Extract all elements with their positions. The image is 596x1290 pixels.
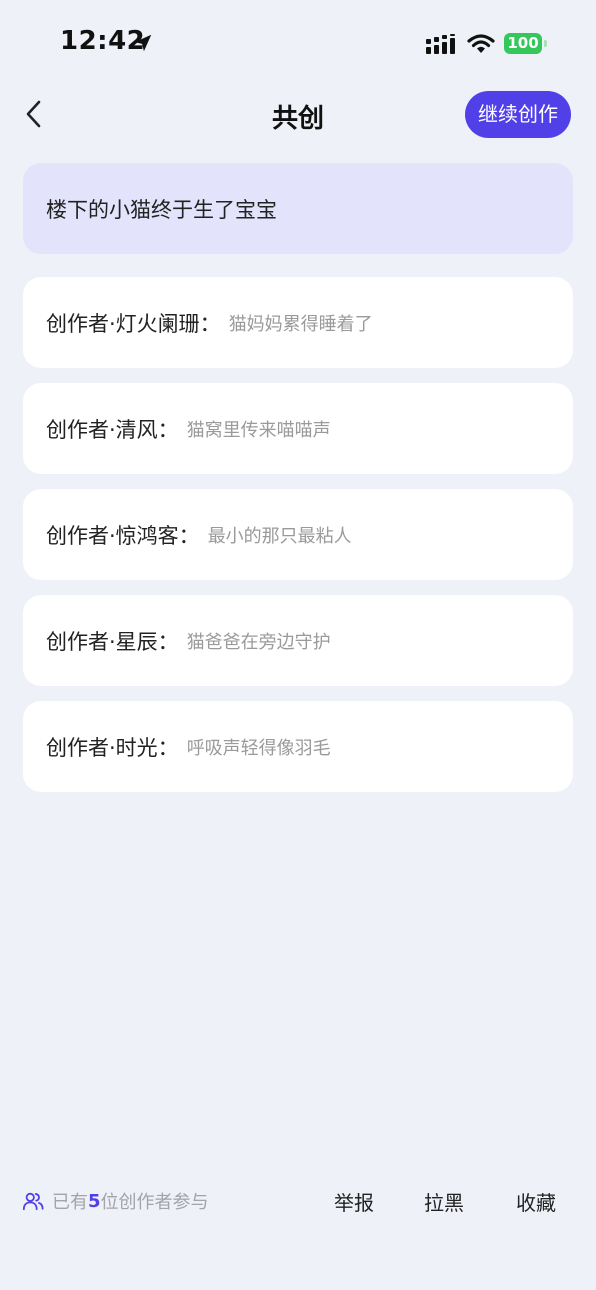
entry-text: 猫窝里传来喵喵声	[186, 419, 331, 441]
list-item[interactable]: 创作者·惊鸿客： 最小的那只最粘人	[23, 489, 573, 580]
list-item[interactable]: 创作者·清风： 猫窝里传来喵喵声	[23, 383, 573, 474]
entry-text: 呼吸声轻得像羽毛	[186, 737, 331, 759]
participants-count: 5	[88, 1190, 101, 1212]
location-arrow-icon	[134, 34, 152, 52]
participants-suffix: 位创作者参与	[100, 1192, 209, 1213]
entry-author: 创作者·清风：	[46, 417, 179, 442]
topic-card: 楼下的小猫终于生了宝宝	[23, 163, 573, 254]
list-item[interactable]: 创作者·时光： 呼吸声轻得像羽毛	[23, 701, 573, 792]
entry-text: 猫爸爸在旁边守护	[186, 631, 331, 653]
entry-author: 创作者·灯火阑珊：	[46, 311, 221, 336]
entry-author: 创作者·时光：	[46, 735, 179, 760]
users-icon	[22, 1192, 44, 1211]
footer-bar: 已有 5 位创作者参与 举报 拉黑 收藏	[0, 1178, 596, 1222]
participants-prefix: 已有	[52, 1192, 88, 1213]
signal-icon	[426, 34, 455, 54]
participants-info: 已有 5 位创作者参与	[22, 1188, 209, 1214]
report-button[interactable]: 举报	[334, 1187, 374, 1216]
entry-text: 最小的那只最粘人	[207, 525, 352, 547]
entry-author: 创作者·惊鸿客：	[46, 523, 200, 548]
list-item[interactable]: 创作者·星辰： 猫爸爸在旁边守护	[23, 595, 573, 686]
wifi-icon	[467, 34, 495, 53]
status-bar: 12:42 100	[0, 0, 596, 90]
collect-button[interactable]: 收藏	[516, 1187, 556, 1216]
list-item[interactable]: 创作者·灯火阑珊： 猫妈妈累得睡着了	[23, 277, 573, 368]
battery-indicator: 100	[504, 33, 542, 54]
entry-text: 猫妈妈累得睡着了	[228, 313, 373, 335]
entry-list: 创作者·灯火阑珊： 猫妈妈累得睡着了 创作者·清风： 猫窝里传来喵喵声 创作者·…	[23, 277, 573, 807]
block-button[interactable]: 拉黑	[424, 1187, 464, 1216]
entry-author: 创作者·星辰：	[46, 629, 179, 654]
header: 共创 继续创作	[0, 88, 596, 140]
battery-tip	[544, 40, 547, 47]
continue-creating-button[interactable]: 继续创作	[465, 91, 571, 138]
